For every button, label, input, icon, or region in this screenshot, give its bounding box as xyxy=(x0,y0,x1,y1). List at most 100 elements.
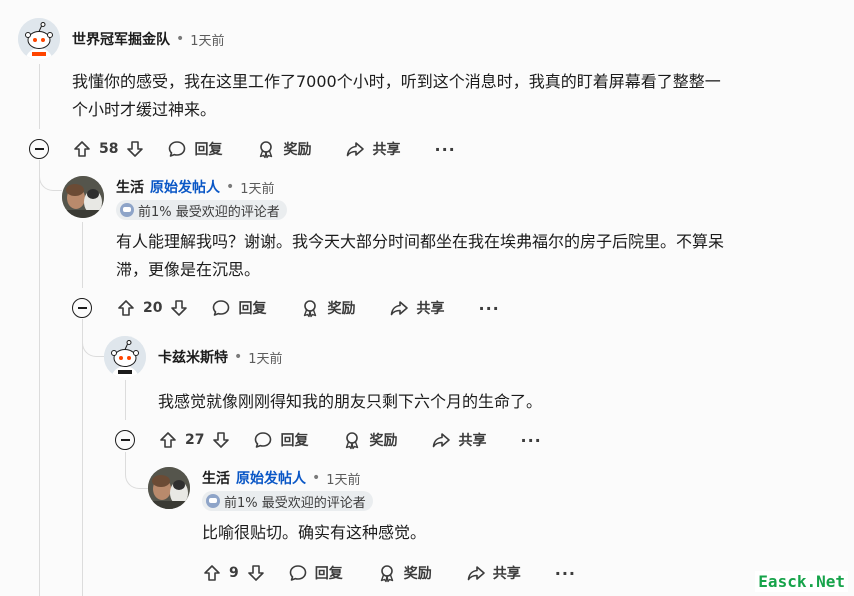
comment-text-line: 我感觉就像刚刚得知我的朋友只剩下六个月的生命了。 xyxy=(158,392,543,411)
collapse-icon[interactable] xyxy=(29,139,49,159)
comment-text-line: 个小时才缓过神来。 xyxy=(72,100,217,119)
award-button[interactable]: 奖励 xyxy=(256,139,311,159)
vote-control: 9 xyxy=(202,563,266,583)
user-photo-avatar[interactable] xyxy=(148,467,190,509)
more-icon[interactable]: ··· xyxy=(520,431,541,450)
action-bar: 9 回复 奖励 共享 ··· xyxy=(202,558,576,588)
more-icon[interactable]: ··· xyxy=(478,299,499,318)
vote-control: 58 xyxy=(72,139,145,159)
upvote-icon[interactable] xyxy=(72,139,92,159)
reply-button[interactable]: 回复 xyxy=(167,139,222,159)
thread-elbow-4 xyxy=(125,452,148,489)
award-icon xyxy=(256,139,276,159)
share-icon xyxy=(389,298,409,318)
badge-label: 前1% 最受欢迎的评论者 xyxy=(138,204,280,220)
upvote-icon[interactable] xyxy=(116,298,136,318)
badge-icon xyxy=(206,494,220,508)
comment-text-line: 有人能理解我吗？谢谢。我今天大部分时间都坐在我在埃弗福尔的房子后院里。不算呆 xyxy=(116,232,725,251)
comment-body: 我感觉就像刚刚得知我的朋友只剩下六个月的生命了。 xyxy=(158,388,844,416)
thread-line-2 xyxy=(82,222,83,288)
comment-body: 比喻很贴切。确实有这种感觉。 xyxy=(202,519,842,547)
separator-dot: • xyxy=(312,470,321,486)
reply-icon xyxy=(167,139,187,159)
thread-line-2b xyxy=(82,319,83,596)
comment-text-line: 滞，更像是在沉思。 xyxy=(116,260,261,279)
reddit-snoo-avatar[interactable] xyxy=(18,18,60,60)
action-bar: 58 回复 奖励 共享 ··· xyxy=(72,134,456,164)
upvote-icon[interactable] xyxy=(158,430,178,450)
reply-label: 回复 xyxy=(280,433,309,449)
status-badge: 前1% 最受欢迎的评论者 xyxy=(116,200,287,220)
vote-control: 27 xyxy=(158,430,231,450)
more-icon[interactable]: ··· xyxy=(434,140,455,159)
vote-control: 20 xyxy=(116,298,189,318)
username[interactable]: 生活 xyxy=(202,468,230,488)
thread-line-1 xyxy=(39,64,40,129)
timestamp[interactable]: 1天前 xyxy=(326,469,360,488)
share-label: 共享 xyxy=(416,301,445,317)
share-icon xyxy=(466,563,486,583)
reply-button[interactable]: 回复 xyxy=(211,298,266,318)
share-label: 共享 xyxy=(492,566,521,582)
username[interactable]: 生活 xyxy=(116,177,144,197)
badge-label: 前1% 最受欢迎的评论者 xyxy=(224,495,366,511)
separator-dot: • xyxy=(226,179,235,195)
share-button[interactable]: 共享 xyxy=(466,563,521,583)
user-photo-avatar[interactable] xyxy=(62,176,104,218)
comment-body: 我懂你的感受，我在这里工作了7000个小时，听到这个消息时，我真的盯着屏幕看了整… xyxy=(72,68,842,124)
vote-count: 20 xyxy=(143,300,163,316)
op-tag: 原始发帖人 xyxy=(236,471,306,487)
share-button[interactable]: 共享 xyxy=(389,298,444,318)
action-bar: 20 回复 奖励 共享 ··· xyxy=(116,293,500,323)
vote-count: 58 xyxy=(99,141,119,157)
downvote-icon[interactable] xyxy=(125,139,145,159)
downvote-icon[interactable] xyxy=(211,430,231,450)
badge-icon xyxy=(120,203,134,217)
award-button[interactable]: 奖励 xyxy=(300,298,355,318)
award-label: 奖励 xyxy=(283,142,312,158)
comment-header: 生活 原始发帖人 • 1天前 xyxy=(202,468,361,488)
more-icon[interactable]: ··· xyxy=(555,564,576,583)
vote-count: 9 xyxy=(229,565,239,581)
share-button[interactable]: 共享 xyxy=(345,139,400,159)
comment-body: 有人能理解我吗？谢谢。我今天大部分时间都坐在我在埃弗福尔的房子后院里。不算呆 滞… xyxy=(116,228,844,284)
timestamp[interactable]: 1天前 xyxy=(248,348,282,367)
comment-header: 卡兹米斯特 • 1天前 xyxy=(158,347,283,367)
comment-header: 世界冠军掘金队 • 1天前 xyxy=(72,29,225,49)
reply-button[interactable]: 回复 xyxy=(288,563,343,583)
share-button[interactable]: 共享 xyxy=(431,430,486,450)
award-button[interactable]: 奖励 xyxy=(377,563,432,583)
collapse-icon[interactable] xyxy=(72,298,92,318)
award-label: 奖励 xyxy=(403,566,432,582)
reddit-snoo-avatar[interactable] xyxy=(104,336,146,378)
action-bar: 27 回复 奖励 共享 ··· xyxy=(158,425,542,455)
thread-line-1b xyxy=(39,160,40,596)
reply-button[interactable]: 回复 xyxy=(253,430,308,450)
op-tag: 原始发帖人 xyxy=(150,180,220,196)
award-icon xyxy=(342,430,362,450)
timestamp[interactable]: 1天前 xyxy=(190,30,224,49)
share-label: 共享 xyxy=(372,142,401,158)
separator-dot: • xyxy=(176,31,185,47)
username[interactable]: 世界冠军掘金队 xyxy=(72,29,170,49)
share-icon xyxy=(345,139,365,159)
upvote-icon[interactable] xyxy=(202,563,222,583)
downvote-icon[interactable] xyxy=(246,563,266,583)
status-badge: 前1% 最受欢迎的评论者 xyxy=(202,491,373,511)
reply-icon xyxy=(253,430,273,450)
reply-label: 回复 xyxy=(238,301,267,317)
thread-elbow-2 xyxy=(39,162,62,191)
collapse-icon[interactable] xyxy=(115,430,135,450)
award-label: 奖励 xyxy=(369,433,398,449)
comment-text-line: 我懂你的感受，我在这里工作了7000个小时，听到这个消息时，我真的盯着屏幕看了整… xyxy=(72,72,721,91)
username[interactable]: 卡兹米斯特 xyxy=(158,347,228,367)
timestamp[interactable]: 1天前 xyxy=(240,178,274,197)
watermark: Easck.Net xyxy=(755,571,848,592)
share-icon xyxy=(431,430,451,450)
share-label: 共享 xyxy=(458,433,487,449)
downvote-icon[interactable] xyxy=(169,298,189,318)
award-button[interactable]: 奖励 xyxy=(342,430,397,450)
award-icon xyxy=(300,298,320,318)
thread-elbow-3 xyxy=(82,320,105,357)
award-label: 奖励 xyxy=(327,301,356,317)
